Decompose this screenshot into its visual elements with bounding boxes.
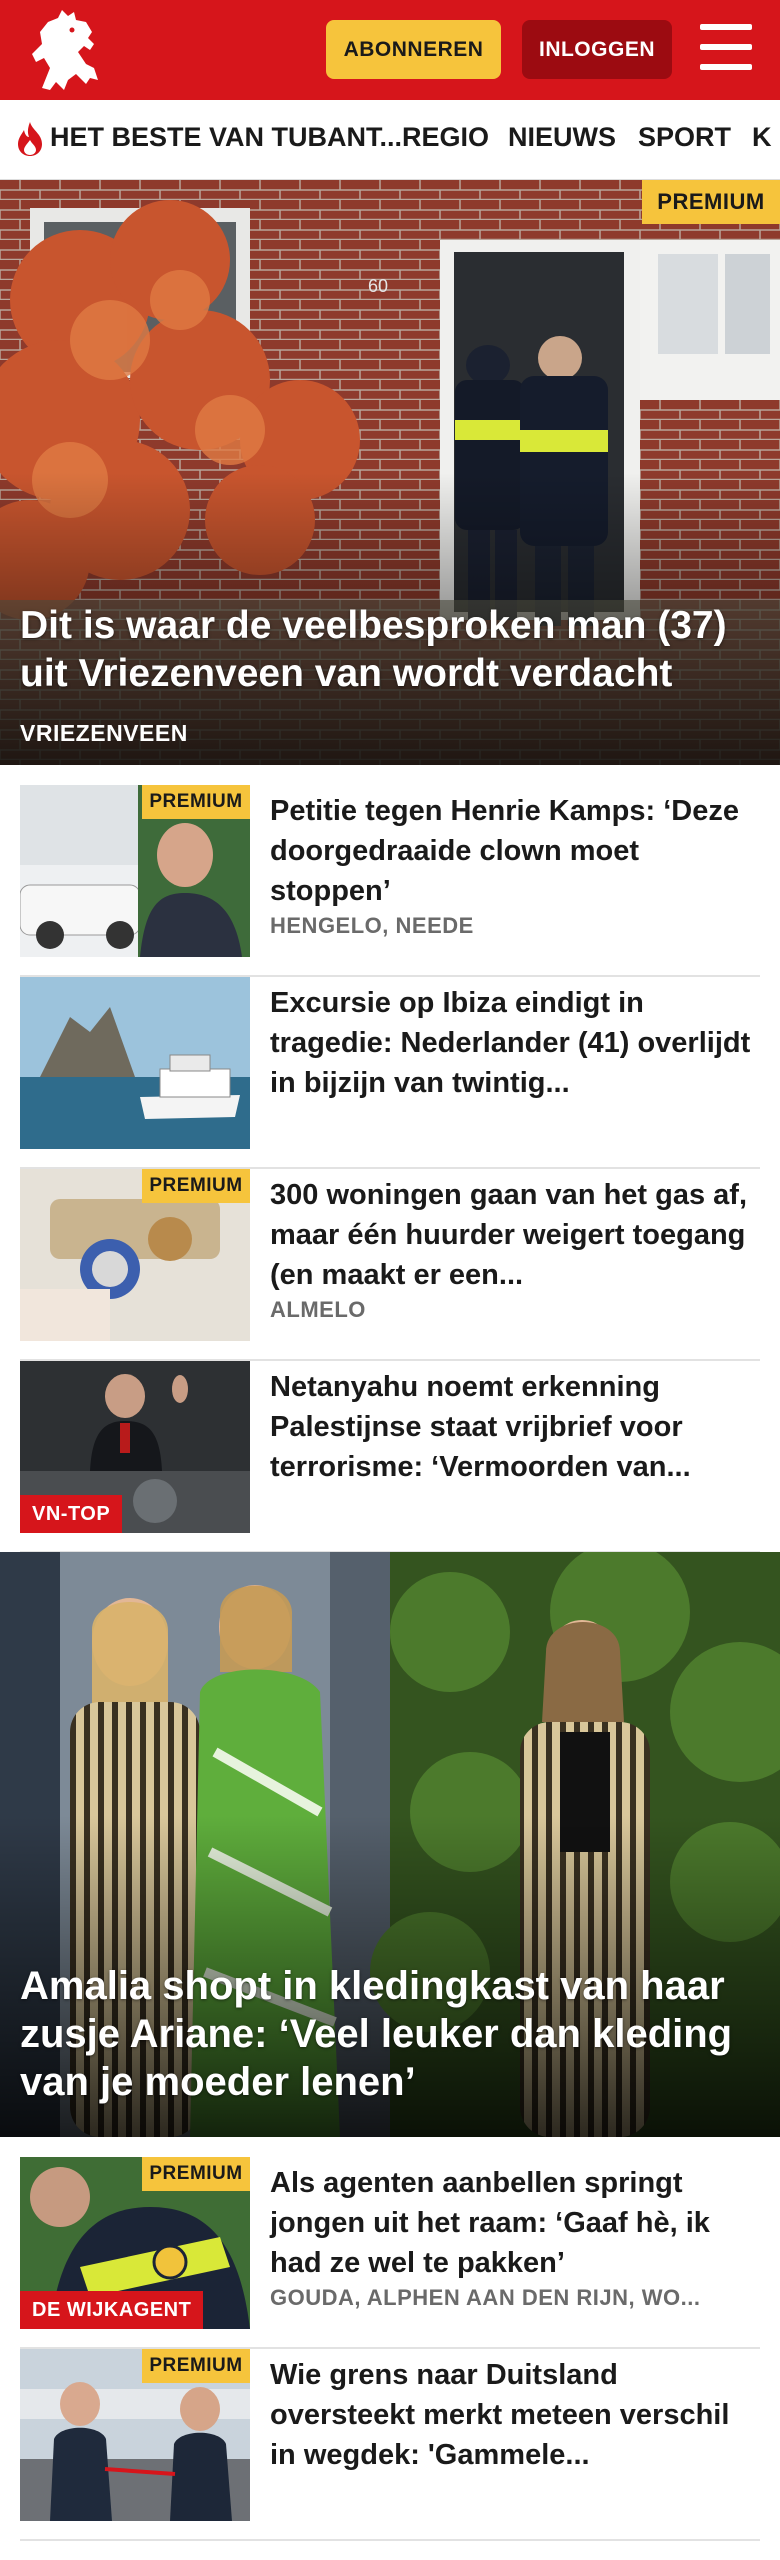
article-location: ALMELO <box>270 1297 366 1322</box>
list-item[interactable]: PREMIUM Petitie tegen Henrie Kamps: ‘Dez… <box>20 785 760 977</box>
feature-title[interactable]: Amalia shopt in kledingkast van haar zus… <box>20 1962 760 2106</box>
nav-item-best-of[interactable]: HET BESTE VAN TUBANT... <box>50 122 402 153</box>
horse-logo-icon[interactable] <box>28 8 108 92</box>
list-item[interactable]: PREMIUM DE WIJKAGENT Als agenten aanbell… <box>20 2157 760 2349</box>
article-location: HENGELO, NEEDE <box>270 913 474 938</box>
article-title[interactable]: Wie grens naar Duitsland oversteekt merk… <box>270 2355 760 2475</box>
premium-badge: PREMIUM <box>142 1169 250 1203</box>
premium-badge: PREMIUM <box>642 180 780 224</box>
list-item[interactable]: PREMIUM Wie grens naar Duitsland overste… <box>20 2349 760 2541</box>
article-thumbnail: PREMIUM <box>20 785 250 957</box>
article-title[interactable]: 300 woningen gaan van het gas af, maar é… <box>270 1175 760 1295</box>
hero-title[interactable]: Dit is waar de veelbesproken man (37) ui… <box>20 602 760 698</box>
article-title[interactable]: Netanyahu noemt erkenning Palestijnse st… <box>270 1367 760 1487</box>
login-button[interactable]: INLOGGEN <box>522 20 672 79</box>
article-thumbnail: PREMIUM <box>20 2349 250 2521</box>
section-nav: HET BESTE VAN TUBANT... REGIO NIEUWS SPO… <box>0 100 780 180</box>
article-thumbnail: VN-TOP <box>20 1361 250 1533</box>
nav-item-nieuws[interactable]: NIEUWS <box>508 122 616 153</box>
nav-item-regio[interactable]: REGIO <box>402 122 489 153</box>
category-tag: DE WIJKAGENT <box>20 2291 204 2329</box>
nav-item-k[interactable]: K <box>752 122 772 153</box>
nav-item-sport[interactable]: SPORT <box>638 122 731 153</box>
premium-badge: PREMIUM <box>142 2349 250 2383</box>
flame-icon <box>16 122 44 156</box>
feature-article[interactable]: Amalia shopt in kledingkast van haar zus… <box>0 1552 780 2137</box>
subscribe-button[interactable]: ABONNEREN <box>326 20 501 79</box>
list-item[interactable]: Excursie op Ibiza eindigt in tragedie: N… <box>20 977 760 1169</box>
article-title[interactable]: Excursie op Ibiza eindigt in tragedie: N… <box>270 983 760 1103</box>
list-item[interactable]: PREMIUM 300 woningen gaan van het gas af… <box>20 1169 760 1361</box>
article-thumbnail: PREMIUM DE WIJKAGENT <box>20 2157 250 2329</box>
category-tag: VN-TOP <box>20 1495 123 1533</box>
hero-article[interactable]: 60 PREMIUM Dit is waar de <box>0 180 780 765</box>
list-item[interactable]: VN-TOP Netanyahu noemt erkenning Palesti… <box>20 1361 760 1553</box>
article-thumbnail: PREMIUM <box>20 1169 250 1341</box>
top-bar: ABONNEREN INLOGGEN <box>0 0 780 100</box>
hero-location: VRIEZENVEEN <box>20 720 188 746</box>
premium-badge: PREMIUM <box>142 785 250 819</box>
article-title[interactable]: Petitie tegen Henrie Kamps: ‘Deze doorge… <box>270 791 760 911</box>
article-thumbnail <box>20 977 250 1149</box>
hamburger-menu-icon[interactable] <box>700 24 752 72</box>
article-location: GOUDA, ALPHEN AAN DEN RIJN, WO... <box>270 2285 701 2310</box>
premium-badge: PREMIUM <box>142 2157 250 2191</box>
article-title[interactable]: Als agenten aanbellen springt jongen uit… <box>270 2163 760 2283</box>
